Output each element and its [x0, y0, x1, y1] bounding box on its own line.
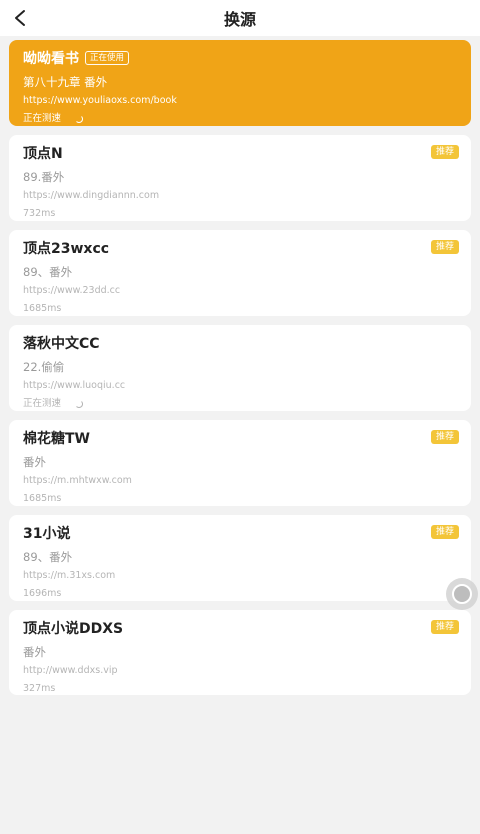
- source-name: 落秋中文CC: [23, 336, 100, 352]
- recommend-badge: 推荐: [430, 240, 459, 254]
- speed-status: 正在测速: [23, 397, 457, 411]
- source-name: 棉花糖TW: [23, 431, 90, 447]
- source-url: https://m.mhtwxw.com: [23, 475, 132, 486]
- source-card-active[interactable]: 呦呦看书 正在使用 第八十九章 番外 https://www.youliaoxs…: [9, 40, 471, 126]
- source-url: https://m.31xs.com: [23, 570, 116, 581]
- latest-chapter: 番外: [23, 645, 46, 659]
- page-title: 换源: [223, 10, 256, 29]
- source-card[interactable]: 落秋中文CC 22.偷偷 https://www.luoqiu.cc 正在测速: [9, 325, 471, 411]
- source-header: 棉花糖TW: [23, 428, 457, 448]
- source-header: 顶点23wxcc: [23, 238, 457, 258]
- source-card[interactable]: 顶点N 推荐 89.番外 https://www.dingdiannn.com …: [9, 135, 471, 221]
- speed-status-text: 正在测速: [23, 113, 62, 124]
- speed-status: 1696ms: [23, 587, 457, 601]
- recommend-badge: 推荐: [430, 145, 459, 159]
- source-url: https://www.luoqiu.cc: [23, 380, 126, 391]
- source-header: 呦呦看书 正在使用: [23, 48, 457, 68]
- latest-chapter: 22.偷偷: [23, 360, 65, 374]
- latest-chapter: 第八十九章 番外: [23, 75, 108, 89]
- recommend-badge: 推荐: [430, 525, 459, 539]
- source-name: 呦呦看书: [23, 51, 79, 67]
- source-header: 顶点小说DDXS: [23, 618, 457, 638]
- source-name: 顶点N: [23, 146, 63, 162]
- speed-status: 正在测速: [23, 112, 457, 126]
- latest-chapter: 番外: [23, 455, 46, 469]
- source-card[interactable]: 顶点小说DDXS 推荐 番外 http://www.ddxs.vip 327ms: [9, 610, 471, 695]
- floating-ball-icon: [452, 584, 472, 604]
- speed-status: 1685ms: [23, 302, 457, 316]
- latest-chapter: 89、番外: [23, 265, 73, 279]
- source-name: 31小说: [23, 526, 71, 542]
- source-header: 落秋中文CC: [23, 333, 457, 353]
- speed-status-text: 732ms: [23, 208, 56, 219]
- back-button[interactable]: [8, 6, 32, 30]
- speed-status-text: 1685ms: [23, 303, 62, 314]
- speed-status-text: 327ms: [23, 683, 56, 694]
- loading-spinner-icon: [76, 116, 84, 123]
- speed-status: 1685ms: [23, 492, 457, 506]
- chevron-left-icon: [15, 10, 25, 26]
- source-card[interactable]: 31小说 推荐 89、番外 https://m.31xs.com 1696ms: [9, 515, 471, 601]
- source-url: https://www.youliaoxs.com/book: [23, 95, 177, 106]
- recommend-badge: 推荐: [430, 620, 459, 634]
- speed-status: 732ms: [23, 207, 457, 221]
- speed-status-text: 1685ms: [23, 493, 62, 504]
- speed-status-text: 正在测速: [23, 398, 62, 409]
- loading-spinner-icon: [76, 401, 84, 408]
- in-use-badge: 正在使用: [85, 51, 130, 65]
- source-name: 顶点小说DDXS: [23, 621, 124, 637]
- source-url: http://www.ddxs.vip: [23, 665, 118, 676]
- latest-chapter: 89.番外: [23, 170, 65, 184]
- source-header: 31小说: [23, 523, 457, 543]
- source-url: https://www.23dd.cc: [23, 285, 121, 296]
- source-card[interactable]: 顶点23wxcc 推荐 89、番外 https://www.23dd.cc 16…: [9, 230, 471, 316]
- top-bar: 换源: [0, 0, 480, 36]
- speed-status-text: 1696ms: [23, 588, 62, 599]
- source-name: 顶点23wxcc: [23, 241, 110, 257]
- recommend-badge: 推荐: [430, 430, 459, 444]
- latest-chapter: 89、番外: [23, 550, 73, 564]
- speed-status: 327ms: [23, 682, 457, 696]
- source-card[interactable]: 棉花糖TW 推荐 番外 https://m.mhtwxw.com 1685ms: [9, 420, 471, 506]
- source-url: https://www.dingdiannn.com: [23, 190, 160, 201]
- source-header: 顶点N: [23, 143, 457, 163]
- floating-assistive-button[interactable]: [446, 578, 478, 610]
